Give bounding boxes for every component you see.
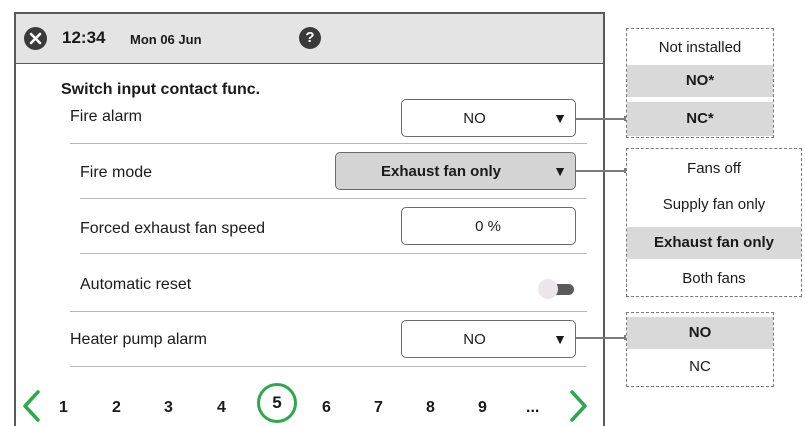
fire-mode-label: Fire mode [80,164,153,181]
fire-alarm-value: NO [463,110,486,127]
chevron-left-icon[interactable] [20,389,42,423]
connector-line [576,118,628,120]
forced-exhaust-input[interactable]: 0 % [401,207,576,245]
divider [70,143,587,144]
fire-mode-options-popup: Fans off Supply fan only Exhaust fan onl… [626,148,802,297]
forced-exhaust-label: Forced exhaust fan speed [80,220,266,237]
page-4[interactable]: 4 [217,399,226,417]
device-screen: 12:34 Mon 06 Jun ? Switch input contact … [14,12,605,426]
help-button[interactable]: ? [299,27,321,49]
page-7[interactable]: 7 [374,399,383,417]
page-more[interactable]: ... [526,399,539,417]
page-6[interactable]: 6 [322,399,331,417]
automatic-reset-toggle[interactable] [530,279,574,299]
connector-line [576,337,628,339]
divider [70,311,587,312]
status-bar: 12:34 Mon 06 Jun ? [16,14,603,64]
section-title: Switch input contact func. [61,81,261,98]
fire-alarm-options-popup: Not installed NO* NC* [626,28,774,138]
option-not-installed[interactable]: Not installed [627,37,773,63]
divider [80,198,587,199]
page-8[interactable]: 8 [426,399,435,417]
heater-pump-alarm-label: Heater pump alarm [70,331,207,348]
chevron-right-icon[interactable] [568,389,590,423]
close-icon [29,32,42,45]
option-both-fans[interactable]: Both fans [627,267,801,293]
fire-mode-value: Exhaust fan only [380,163,502,180]
page-1[interactable]: 1 [59,399,68,417]
dropdown-arrow-icon: ▼ [553,331,567,347]
option-no[interactable]: NO [627,317,773,349]
clock-date: Mon 06 Jun [130,32,202,47]
forced-exhaust-value: 0 % [475,218,501,235]
page-5-current[interactable]: 5 [257,383,297,423]
page-9[interactable]: 9 [478,399,487,417]
option-fans-off[interactable]: Fans off [627,157,801,183]
close-button[interactable] [24,27,47,50]
heater-pump-alarm-select[interactable]: NO ▼ [401,320,576,358]
option-exhaust-fan-only[interactable]: Exhaust fan only [627,227,801,259]
option-no-star[interactable]: NO* [627,65,773,97]
fire-alarm-label: Fire alarm [70,108,143,125]
divider [80,253,587,254]
fire-mode-select[interactable]: Exhaust fan only ▼ [335,152,576,190]
automatic-reset-label: Automatic reset [80,276,192,293]
toggle-knob [538,279,558,299]
page-3[interactable]: 3 [164,399,173,417]
divider [70,366,587,367]
page-2[interactable]: 2 [112,399,121,417]
clock-time: 12:34 [62,28,106,47]
connector-line [576,170,628,172]
help-icon: ? [305,29,315,46]
fire-alarm-select[interactable]: NO ▼ [401,99,576,137]
heater-pump-options-popup: NO NC [626,312,774,387]
dropdown-arrow-icon: ▼ [553,163,567,179]
option-nc-star[interactable]: NC* [627,102,773,136]
option-supply-fan-only[interactable]: Supply fan only [627,193,801,219]
dropdown-arrow-icon: ▼ [553,110,567,126]
heater-pump-alarm-value: NO [463,331,486,348]
pagination: 1 2 3 4 5 6 7 8 9 ... [16,369,603,423]
option-nc[interactable]: NC [627,355,773,381]
